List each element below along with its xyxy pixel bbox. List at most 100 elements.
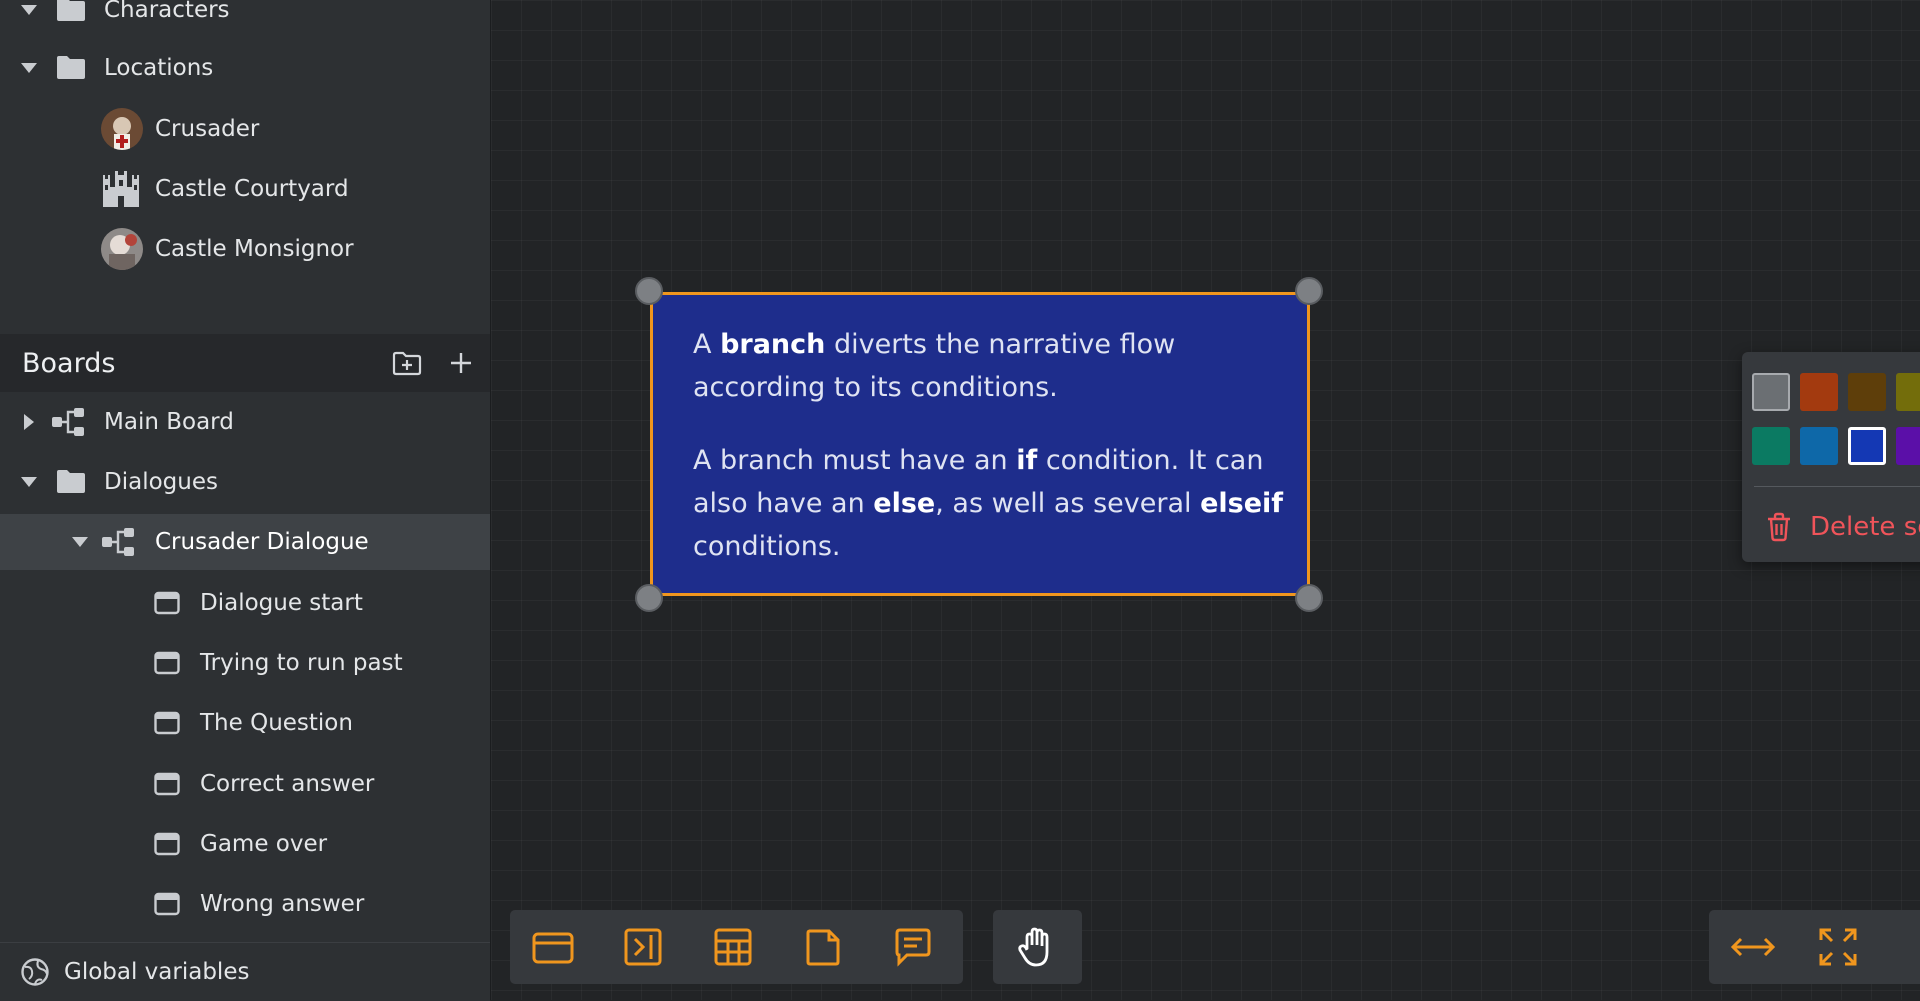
tree-item-label: Main Board: [104, 409, 234, 435]
fit-screen-button[interactable]: [1812, 921, 1864, 973]
pan-tool-button[interactable]: [1011, 921, 1063, 973]
tree-item-crusader[interactable]: Crusader: [0, 101, 490, 157]
create-toolbar: [510, 910, 963, 984]
folder-icon: [56, 468, 86, 494]
add-table-button[interactable]: [707, 921, 759, 973]
note-text: A branch diverts the narrative flow acco…: [693, 323, 1303, 598]
tree-item-the-question[interactable]: The Question: [0, 695, 490, 751]
color-swatch[interactable]: [1800, 427, 1838, 465]
add-card-button[interactable]: [527, 921, 579, 973]
card-icon: [532, 932, 574, 964]
tree-item-locations[interactable]: Locations: [0, 40, 490, 96]
boards-header: Boards: [0, 334, 490, 392]
tree-item-label: Castle Monsignor: [155, 236, 354, 262]
plus-icon: [451, 353, 471, 373]
tree-item-castle-courtyard[interactable]: Castle Courtyard: [0, 161, 490, 217]
card-icon: [154, 832, 180, 856]
fit-width-icon: [1730, 937, 1776, 957]
tree-item-label: The Question: [200, 710, 353, 736]
hand-icon: [1018, 927, 1049, 967]
tree-item-characters[interactable]: Characters: [0, 0, 490, 38]
add-comment-button[interactable]: [887, 921, 939, 973]
castle-icon: [101, 169, 141, 209]
note-card[interactable]: A branch diverts the narrative flow acco…: [650, 292, 1310, 596]
fit-width-button[interactable]: [1727, 921, 1779, 973]
resize-handle-top-left[interactable]: [635, 277, 663, 305]
tree-item-label: Locations: [104, 55, 214, 81]
fit-screen-icon: [1819, 928, 1857, 966]
note-text-run: A branch must have an: [693, 445, 1017, 476]
delete-selection-label: Delete selection: [1810, 512, 1920, 542]
note-text-run: , as well as several: [935, 488, 1201, 519]
tree-item-castle-monsignor[interactable]: Castle Monsignor: [0, 221, 490, 277]
note-bold-elseif: elseif: [1200, 488, 1284, 519]
chevron-down-icon[interactable]: [21, 63, 37, 73]
chevron-down-icon[interactable]: [72, 537, 88, 547]
color-swatch[interactable]: [1752, 427, 1790, 465]
note-bold-if: if: [1016, 445, 1038, 476]
tree-item-dialogues[interactable]: Dialogues: [0, 454, 490, 510]
folder-icon: [56, 0, 86, 22]
board-icon: [50, 407, 86, 437]
folder-plus-icon: [392, 351, 422, 376]
menu-divider: [1754, 486, 1920, 487]
tree-item-label: Trying to run past: [200, 650, 403, 676]
tree-item-game-over[interactable]: Game over: [0, 816, 490, 872]
card-icon: [154, 711, 180, 735]
resize-handle-bottom-left[interactable]: [635, 584, 663, 612]
note-paragraph-1: A branch diverts the narrative flow acco…: [693, 323, 1303, 409]
resize-handle-top-right[interactable]: [1295, 277, 1323, 305]
tree-item-label: Correct answer: [200, 771, 375, 797]
add-jump-button[interactable]: [617, 921, 669, 973]
color-context-menu: Delete selection: [1742, 352, 1920, 562]
color-swatch[interactable]: [1896, 427, 1920, 465]
color-swatch[interactable]: [1800, 373, 1838, 411]
tree-item-trying-to-run-past[interactable]: Trying to run past: [0, 635, 490, 691]
new-folder-button[interactable]: [392, 348, 422, 378]
resize-handle-bottom-right[interactable]: [1295, 584, 1323, 612]
card-icon: [154, 892, 180, 916]
color-swatch[interactable]: [1848, 373, 1886, 411]
pan-toolbar: [993, 910, 1082, 984]
color-swatch[interactable]: [1848, 427, 1886, 465]
global-variables-button[interactable]: Global variables: [0, 942, 490, 1001]
comment-icon: [895, 928, 931, 967]
board-icon: [100, 527, 136, 557]
global-variables-label: Global variables: [64, 959, 250, 985]
tree-item-wrong-answer[interactable]: Wrong answer: [0, 876, 490, 932]
view-toolbar: [1709, 910, 1920, 984]
tree-item-label: Crusader Dialogue: [155, 529, 369, 555]
tree-item-label: Crusader: [155, 116, 260, 142]
tree-item-label: Wrong answer: [200, 891, 365, 917]
color-swatch[interactable]: [1752, 373, 1790, 411]
folder-icon: [56, 54, 86, 80]
crusader-avatar: [101, 108, 143, 150]
tree-item-main-board[interactable]: Main Board: [0, 394, 490, 450]
tree-item-label: Characters: [104, 0, 230, 23]
table-icon: [714, 928, 752, 966]
note-bold-branch: branch: [720, 329, 826, 360]
tree-item-dialogue-start[interactable]: Dialogue start: [0, 575, 490, 631]
tree-item-correct-answer[interactable]: Correct answer: [0, 756, 490, 812]
tree-item-label: Game over: [200, 831, 328, 857]
chevron-right-icon[interactable]: [24, 414, 34, 430]
color-swatch[interactable]: [1896, 373, 1920, 411]
add-board-button[interactable]: [446, 348, 476, 378]
tree-item-crusader-dialogue[interactable]: Crusader Dialogue: [0, 514, 490, 570]
trash-icon: [1765, 512, 1793, 542]
tree-item-label: Castle Courtyard: [155, 176, 349, 202]
card-icon: [154, 772, 180, 796]
castle-monsignor-avatar: [101, 228, 143, 270]
card-icon: [154, 651, 180, 675]
note-bold-else: else: [873, 488, 936, 519]
note-icon: [806, 929, 840, 966]
tree-item-label: Dialogue start: [200, 590, 363, 616]
chevron-down-icon[interactable]: [21, 5, 37, 15]
add-note-button[interactable]: [797, 921, 849, 973]
globe-icon: [20, 957, 50, 987]
jump-icon: [624, 928, 662, 966]
board-canvas[interactable]: A branch diverts the narrative flow acco…: [491, 0, 1920, 1000]
tree-item-label: Dialogues: [104, 469, 218, 495]
chevron-down-icon[interactable]: [21, 477, 37, 487]
card-icon: [154, 591, 180, 615]
